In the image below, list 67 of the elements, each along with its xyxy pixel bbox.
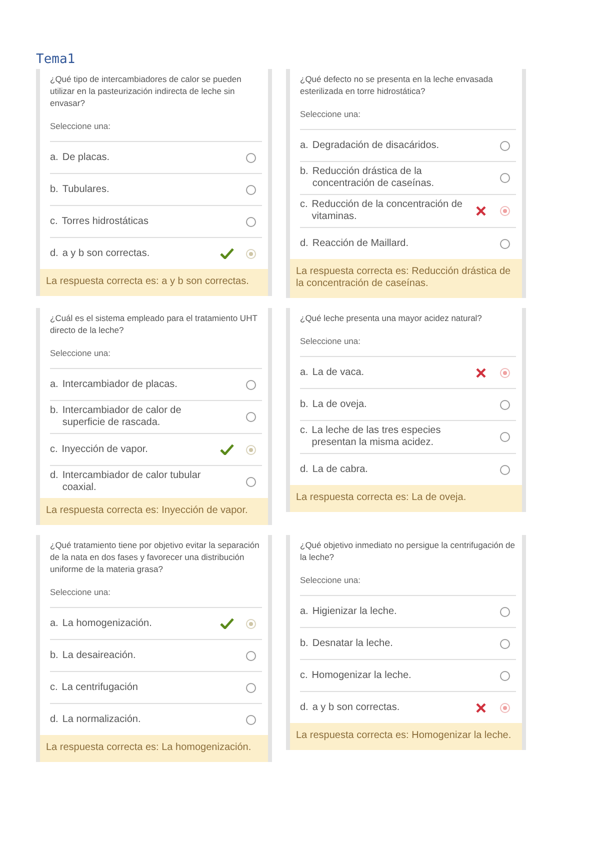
question-text: ¿Qué tipo de intercambiadores de calor se pueden utilizar en la pasteurización indirecta de leche sin envasar? bbox=[50, 73, 242, 109]
correct-answer-feedback: La respuesta correcta es: a y b son correctas. bbox=[40, 269, 268, 296]
option-label: c. Reducción de la concentración de vitaminas. bbox=[300, 199, 464, 223]
option-label: c. Homogenizar la leche. bbox=[300, 670, 412, 682]
radio-button[interactable] bbox=[246, 444, 256, 454]
option-label: a. Higienizar la leche. bbox=[300, 606, 398, 618]
correct-answer-feedback: La respuesta correcta es: Inyección de vapor. bbox=[40, 498, 268, 525]
option-label: b. La desaireación. bbox=[50, 650, 137, 662]
prompt-text: Seleccione una: bbox=[50, 348, 112, 358]
option-label: b. Intercambiador de calor de superficie de rascada. bbox=[50, 405, 182, 429]
radio-button[interactable] bbox=[500, 400, 510, 410]
radio-button[interactable] bbox=[500, 238, 510, 248]
option-label: a. Degradación de disacáridos. bbox=[300, 140, 440, 152]
option-label: b. La de oveja. bbox=[300, 398, 368, 410]
radio-button[interactable] bbox=[500, 206, 510, 216]
option-label: c. La centrifugación bbox=[50, 682, 139, 694]
radio-button[interactable] bbox=[246, 618, 256, 628]
option-label: d. Reacción de Maillard. bbox=[300, 238, 410, 250]
question-text: ¿Qué leche presenta una mayor acidez natural? bbox=[300, 312, 483, 324]
correct-answer-feedback: La respuesta correcta es: Reducción drástica de la concentración de caseínas. bbox=[290, 259, 522, 298]
radio-button[interactable] bbox=[500, 606, 510, 616]
prompt-text: Seleccione una: bbox=[50, 587, 112, 597]
radio-button[interactable] bbox=[246, 412, 256, 422]
option-label: c. La leche de las tres especies presentan la misma acidez. bbox=[300, 425, 442, 449]
question-text: ¿Qué tratamiento tiene por objetivo evitar la separación de la nata en dos fases y favorecer una distribución uniforme de la materia grasa? bbox=[50, 539, 260, 575]
radio-button[interactable] bbox=[246, 248, 256, 258]
radio-button[interactable] bbox=[500, 173, 510, 183]
radio-button[interactable] bbox=[500, 670, 510, 680]
prompt-text: Seleccione una: bbox=[300, 575, 362, 585]
correct-answer-feedback: La respuesta correcta es: La de oveja. bbox=[290, 485, 522, 512]
radio-button[interactable] bbox=[500, 140, 510, 150]
prompt-text: Seleccione una: bbox=[300, 109, 362, 119]
option-label: c. Torres hidrostáticas bbox=[50, 216, 150, 228]
radio-button[interactable] bbox=[500, 702, 510, 712]
radio-button[interactable] bbox=[246, 682, 256, 692]
question-text: ¿Qué defecto no se presenta en la leche envasada esterilizada en torre hidrostática? bbox=[300, 73, 494, 97]
radio-button[interactable] bbox=[500, 432, 510, 442]
option-label: b. Desnatar la leche. bbox=[300, 638, 394, 650]
question-text: ¿Qué objetivo inmediato no persigue la centrifugación de la leche? bbox=[300, 539, 516, 563]
option-label: a. La homogenización. bbox=[50, 618, 153, 630]
option-label: b. Reducción drástica de la concentración de caseínas. bbox=[300, 166, 436, 190]
option-label: d. Intercambiador de calor tubular coaxial. bbox=[50, 470, 202, 494]
option-label: b. Tubulares. bbox=[50, 184, 110, 196]
question-text: ¿Cuál es el sistema empleado para el tratamiento UHT directo de la leche? bbox=[50, 312, 258, 336]
radio-button[interactable] bbox=[500, 368, 510, 378]
prompt-text: Seleccione una: bbox=[300, 336, 362, 346]
option-label: a. Intercambiador de placas. bbox=[50, 378, 178, 390]
correct-answer-feedback: La respuesta correcta es: La homogenización. bbox=[40, 735, 268, 762]
radio-button[interactable] bbox=[246, 650, 256, 660]
radio-button[interactable] bbox=[500, 464, 510, 474]
correct-answer-feedback: La respuesta correcta es: Homogenizar la leche. bbox=[290, 723, 522, 750]
option-label: d. a y b son correctas. bbox=[300, 702, 401, 714]
radio-button[interactable] bbox=[246, 184, 256, 194]
option-label: c. Inyección de vapor. bbox=[50, 444, 149, 456]
option-label: d. a y b son correctas. bbox=[50, 248, 151, 260]
option-label: a. La de vaca. bbox=[300, 366, 366, 378]
radio-button[interactable] bbox=[246, 714, 256, 724]
radio-button[interactable] bbox=[246, 216, 256, 226]
option-label: d. La normalización. bbox=[50, 714, 142, 726]
page-title: Tema1 bbox=[36, 52, 76, 67]
prompt-text: Seleccione una: bbox=[50, 121, 112, 131]
radio-button[interactable] bbox=[246, 477, 256, 487]
radio-button[interactable] bbox=[246, 380, 256, 390]
option-label: d. La de cabra. bbox=[300, 464, 369, 476]
radio-button[interactable] bbox=[246, 152, 256, 162]
option-label: a. De placas. bbox=[50, 152, 111, 164]
radio-button[interactable] bbox=[500, 638, 510, 648]
